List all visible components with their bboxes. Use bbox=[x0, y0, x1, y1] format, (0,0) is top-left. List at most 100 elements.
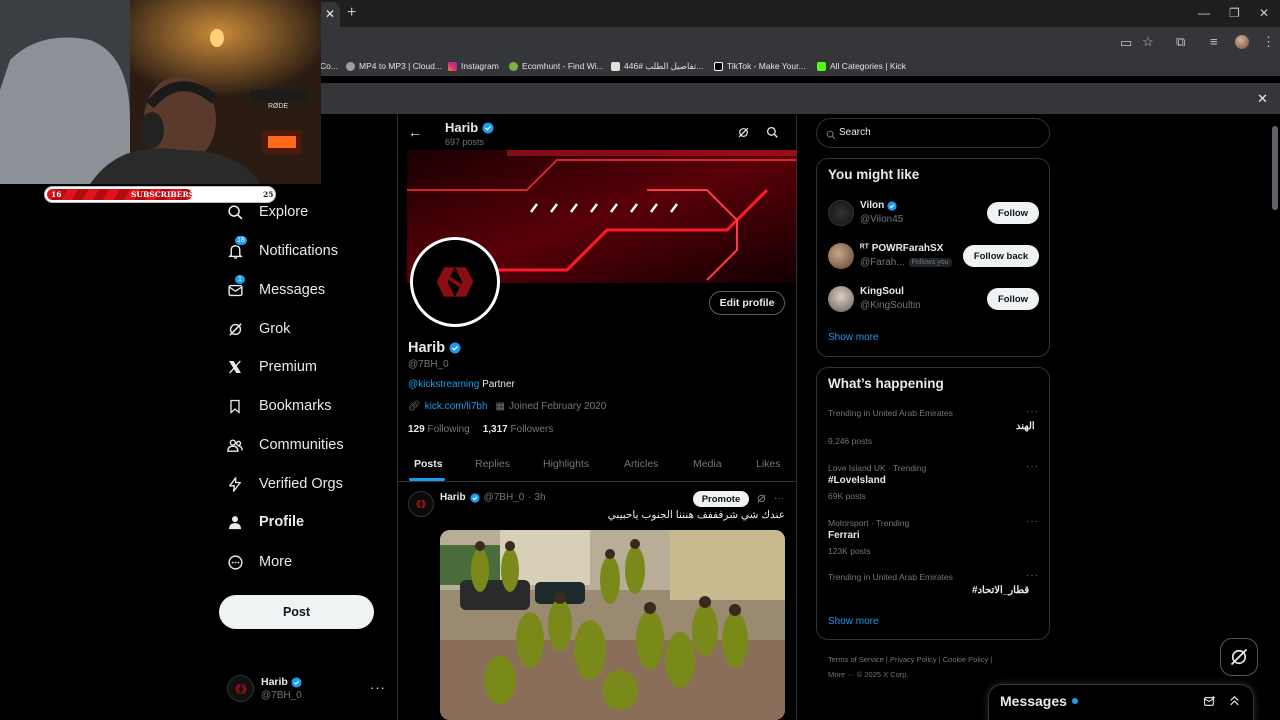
profile-handle: @7BH_0 bbox=[408, 359, 449, 370]
bookmark-item[interactable]: All Categories | Kick bbox=[817, 61, 906, 71]
tab-articles[interactable]: Articles bbox=[624, 458, 658, 470]
scrollbar-thumb[interactable] bbox=[1272, 126, 1278, 210]
trend-count: 9,246 posts bbox=[828, 436, 872, 446]
trend-more-icon[interactable]: ··· bbox=[1026, 516, 1039, 527]
suggestion-name-text: Vilon bbox=[860, 200, 885, 211]
bookmark-item[interactable]: MP4 to MP3 | Cloud... bbox=[346, 61, 442, 71]
account-switcher[interactable]: Harib bbox=[261, 676, 302, 688]
edit-profile-button[interactable]: Edit profile bbox=[709, 291, 785, 315]
following-link[interactable]: 129 Following bbox=[408, 424, 470, 435]
followers-link[interactable]: 1,317 Followers bbox=[483, 424, 554, 435]
bio-text: Partner bbox=[482, 379, 515, 390]
follow-button[interactable]: Follow bbox=[987, 288, 1039, 310]
website-link[interactable]: kick.com/li7bh bbox=[425, 401, 488, 412]
followers-label: Followers bbox=[510, 424, 554, 435]
messages-drawer-title[interactable]: Messages bbox=[1000, 693, 1078, 709]
browser-menu-icon[interactable]: ⋮ bbox=[1262, 34, 1275, 50]
tab-posts[interactable]: Posts bbox=[414, 458, 443, 470]
tab-close-icon[interactable]: ✕ bbox=[325, 7, 335, 21]
extensions-icon[interactable]: ⧉ bbox=[1176, 34, 1185, 50]
minimize-icon[interactable]: — bbox=[1198, 6, 1210, 20]
tab-replies[interactable]: Replies bbox=[475, 458, 510, 470]
new-message-icon[interactable] bbox=[1203, 695, 1216, 713]
cast-icon[interactable]: ▭ bbox=[1120, 35, 1132, 51]
browser-profile-avatar[interactable] bbox=[1235, 35, 1249, 49]
grok-icon[interactable] bbox=[756, 493, 767, 507]
account-avatar[interactable] bbox=[227, 675, 254, 702]
post-button[interactable]: Post bbox=[219, 595, 374, 629]
search-placeholder: Search bbox=[839, 127, 871, 138]
bookmark-item[interactable]: Co... bbox=[320, 61, 338, 71]
infobar-close-icon[interactable]: ✕ bbox=[1257, 91, 1268, 107]
tab-media[interactable]: Media bbox=[693, 458, 722, 470]
trend-topic[interactable]: #قطار_الاتحاد bbox=[972, 585, 1029, 596]
grok-icon[interactable] bbox=[737, 126, 750, 144]
back-arrow-icon[interactable]: ← bbox=[408, 124, 422, 140]
tweet-image bbox=[440, 530, 785, 720]
profile-meta: 🔗︎ kick.com/li7bh ▦ Joined February 2020 bbox=[408, 401, 606, 412]
tab-highlights[interactable]: Highlights bbox=[543, 458, 589, 470]
nav-explore[interactable]: Explore bbox=[226, 200, 308, 224]
trend-topic[interactable]: Ferrari bbox=[828, 530, 860, 541]
expand-drawer-icon[interactable] bbox=[1228, 694, 1241, 712]
suggestion-avatar[interactable] bbox=[828, 286, 854, 312]
more-circle-icon bbox=[226, 553, 244, 571]
nav-notifications[interactable]: 18 Notifications bbox=[226, 235, 338, 263]
show-more-link[interactable]: Show more bbox=[828, 616, 879, 627]
profile-name: Harib bbox=[408, 340, 461, 356]
trend-count: 123K posts bbox=[828, 546, 871, 556]
footer-copyright[interactable]: More ··· © 2025 X Corp. bbox=[828, 670, 909, 679]
suggestion-avatar[interactable] bbox=[828, 200, 854, 226]
trend-topic[interactable]: الهند bbox=[1016, 421, 1035, 432]
trend-more-icon[interactable]: ··· bbox=[1026, 570, 1039, 581]
trend-more-icon[interactable]: ··· bbox=[1026, 461, 1039, 472]
window-close-icon[interactable]: ✕ bbox=[1259, 6, 1269, 20]
harib-logo-icon bbox=[436, 267, 474, 297]
bookmark-item[interactable]: تفاصيل الطلب #446... bbox=[611, 61, 703, 72]
trend-more-icon[interactable]: ··· bbox=[1026, 406, 1039, 417]
grok-floating-button[interactable] bbox=[1220, 638, 1258, 676]
account-more-icon[interactable]: ··· bbox=[370, 680, 386, 695]
suggestion-name[interactable]: ᴿᵀ POWRFarahSX bbox=[860, 243, 943, 254]
nav-bookmarks[interactable]: Bookmarks bbox=[226, 394, 332, 418]
trend-topic[interactable]: #LoveIsland bbox=[828, 475, 886, 486]
media-controls-icon[interactable]: ≡ bbox=[1210, 34, 1218, 49]
bookmark-item[interactable]: Ecomhunt - Find Wi... bbox=[509, 61, 604, 71]
suggestion-avatar[interactable] bbox=[828, 243, 854, 269]
nav-label: Messages bbox=[259, 282, 326, 298]
promote-button[interactable]: Promote bbox=[693, 491, 749, 507]
trend-context: Love Island UK · Trending bbox=[828, 463, 927, 473]
suggestion-name[interactable]: Vilon bbox=[860, 200, 897, 211]
profile-website[interactable]: 🔗︎ kick.com/li7bh bbox=[408, 401, 488, 412]
tweet-more-icon[interactable]: ··· bbox=[774, 493, 784, 504]
nav-more[interactable]: More bbox=[226, 550, 292, 574]
tweet-time[interactable]: · 3h bbox=[528, 492, 545, 503]
new-tab-icon[interactable]: + bbox=[347, 4, 356, 22]
tweet-media[interactable] bbox=[440, 530, 785, 720]
nav-verified-orgs[interactable]: Verified Orgs bbox=[226, 472, 343, 496]
restore-icon[interactable]: ❐ bbox=[1229, 6, 1240, 20]
bookmark-item[interactable]: TikTok - Make Your... bbox=[714, 61, 806, 71]
follow-button[interactable]: Follow bbox=[987, 202, 1039, 224]
bookmark-item[interactable]: Instagram bbox=[448, 61, 499, 71]
tweet-avatar[interactable] bbox=[408, 491, 434, 517]
bookmark-star-icon[interactable]: ☆ bbox=[1142, 34, 1154, 50]
tweet-header: Harib @7BH_0 · 3h bbox=[440, 492, 546, 503]
tweet-handle: @7BH_0 bbox=[483, 492, 525, 503]
bio-mention-link[interactable]: @kickstreaming bbox=[408, 379, 479, 390]
nav-profile[interactable]: Profile bbox=[226, 510, 304, 534]
footer-links[interactable]: Terms of Service | Privacy Policy | Cook… bbox=[828, 655, 992, 664]
follow-back-button[interactable]: Follow back bbox=[963, 245, 1039, 267]
tab-likes[interactable]: Likes bbox=[756, 458, 781, 470]
active-tab-indicator bbox=[409, 478, 445, 481]
nav-premium[interactable]: Premium bbox=[226, 355, 317, 379]
show-more-link[interactable]: Show more bbox=[828, 332, 879, 343]
suggestion-name[interactable]: KingSoul bbox=[860, 286, 904, 297]
bookmark-icon bbox=[226, 397, 244, 415]
nav-messages[interactable]: 1 Messages bbox=[226, 274, 326, 302]
nav-communities[interactable]: Communities bbox=[226, 433, 344, 457]
search-icon[interactable] bbox=[766, 126, 779, 144]
profile-avatar[interactable] bbox=[410, 237, 500, 327]
nav-grok[interactable]: Grok bbox=[226, 317, 290, 341]
tweet-author[interactable]: Harib bbox=[440, 492, 466, 503]
